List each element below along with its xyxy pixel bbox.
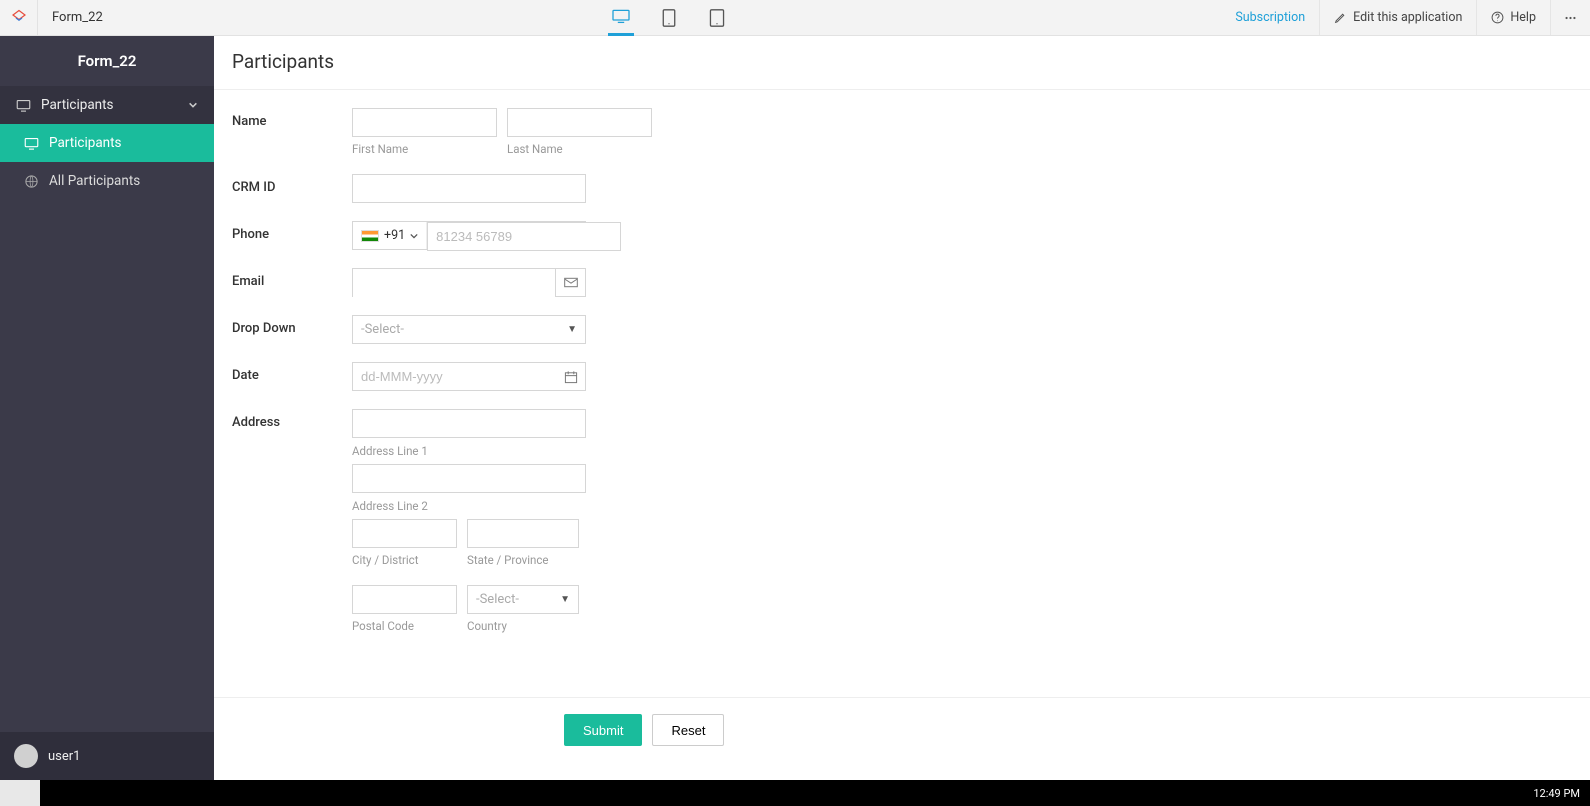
select-placeholder-label: -Select- xyxy=(361,322,404,337)
caret-down-icon xyxy=(410,233,418,239)
select-placeholder-label: -Select- xyxy=(476,592,519,607)
sidebar-item-all-participants[interactable]: All Participants xyxy=(0,162,214,200)
subscription-link[interactable]: Subscription xyxy=(1221,0,1319,35)
phone-country-selector[interactable]: +91 xyxy=(353,222,427,249)
mobile-view-icon[interactable] xyxy=(704,0,730,36)
sublabel-state: State / Province xyxy=(467,553,579,567)
label-crm-id: CRM ID xyxy=(232,174,352,195)
sidebar-item-label: All Participants xyxy=(49,173,140,189)
sidebar-item-label: Participants xyxy=(49,135,122,151)
monitor-icon xyxy=(16,99,31,112)
top-bar: Form_22 Subscription Edit this applicati… xyxy=(0,0,1590,36)
state-input[interactable] xyxy=(467,519,579,548)
sublabel-addr2: Address Line 2 xyxy=(352,499,586,513)
phone-input[interactable] xyxy=(427,222,621,251)
content-area: Participants Name First Name Last Name xyxy=(214,36,1590,780)
os-taskbar: 12:49 PM xyxy=(0,780,1590,806)
avatar xyxy=(14,744,38,768)
date-picker-button[interactable] xyxy=(557,370,585,384)
form-footer: Submit Reset xyxy=(214,697,1590,776)
phone-cc-label: +91 xyxy=(384,228,405,243)
caret-down-icon: ▼ xyxy=(567,324,577,335)
sublabel-first-name: First Name xyxy=(352,142,497,156)
pencil-icon xyxy=(1334,11,1347,24)
sidebar-title: Form_22 xyxy=(0,36,214,86)
app-logo[interactable] xyxy=(0,0,38,35)
form: Name First Name Last Name CRM xyxy=(214,90,1590,697)
email-suffix-button[interactable] xyxy=(555,269,585,296)
caret-down-icon: ▼ xyxy=(560,594,570,605)
crm-id-input[interactable] xyxy=(352,174,586,203)
header-app-title: Form_22 xyxy=(38,0,117,35)
help-icon xyxy=(1491,11,1504,24)
country-select[interactable]: -Select- ▼ xyxy=(467,585,579,614)
sidebar-section-label: Participants xyxy=(41,97,114,113)
desktop-view-icon[interactable] xyxy=(608,0,634,36)
chevron-down-icon xyxy=(188,100,198,110)
flag-india-icon xyxy=(361,230,379,242)
sublabel-addr1: Address Line 1 xyxy=(352,444,586,458)
label-email: Email xyxy=(232,268,352,289)
taskbar-clock: 12:49 PM xyxy=(1533,780,1580,806)
address-line1-input[interactable] xyxy=(352,409,586,438)
help-button[interactable]: Help xyxy=(1476,0,1550,35)
city-input[interactable] xyxy=(352,519,457,548)
date-input[interactable] xyxy=(353,363,557,390)
help-label: Help xyxy=(1510,10,1536,25)
postal-input[interactable] xyxy=(352,585,457,614)
edit-application-label: Edit this application xyxy=(1353,10,1462,25)
globe-icon xyxy=(24,174,39,189)
address-line2-input[interactable] xyxy=(352,464,586,493)
more-icon xyxy=(1565,16,1576,20)
label-date: Date xyxy=(232,362,352,383)
calendar-icon xyxy=(564,370,578,384)
envelope-icon xyxy=(564,277,578,288)
submit-button[interactable]: Submit xyxy=(564,714,642,746)
edit-application-button[interactable]: Edit this application xyxy=(1319,0,1476,35)
more-menu-button[interactable] xyxy=(1550,0,1590,35)
sublabel-last-name: Last Name xyxy=(507,142,563,156)
sublabel-postal: Postal Code xyxy=(352,619,457,633)
dropdown-select[interactable]: -Select- ▼ xyxy=(352,315,586,344)
last-name-input[interactable] xyxy=(507,108,652,137)
sidebar-item-participants[interactable]: Participants xyxy=(0,124,214,162)
label-phone: Phone xyxy=(232,221,352,242)
taskbar-start[interactable] xyxy=(0,780,40,806)
monitor-icon xyxy=(24,137,39,150)
label-dropdown: Drop Down xyxy=(232,315,352,336)
sidebar-user-label: user1 xyxy=(48,749,80,764)
tablet-view-icon[interactable] xyxy=(656,0,682,36)
label-name: Name xyxy=(232,108,352,129)
phone-input-group: +91 xyxy=(352,221,586,250)
sidebar-user[interactable]: user1 xyxy=(0,732,214,780)
email-input[interactable] xyxy=(353,269,555,298)
label-address: Address xyxy=(232,409,352,430)
page-title: Participants xyxy=(214,36,1590,90)
first-name-input[interactable] xyxy=(352,108,497,137)
sidebar-section-participants[interactable]: Participants xyxy=(0,86,214,124)
reset-button[interactable]: Reset xyxy=(652,714,724,746)
sublabel-country: Country xyxy=(467,619,579,633)
sublabel-city: City / District xyxy=(352,553,457,567)
sidebar: Form_22 Participants Participants All Pa… xyxy=(0,36,214,780)
